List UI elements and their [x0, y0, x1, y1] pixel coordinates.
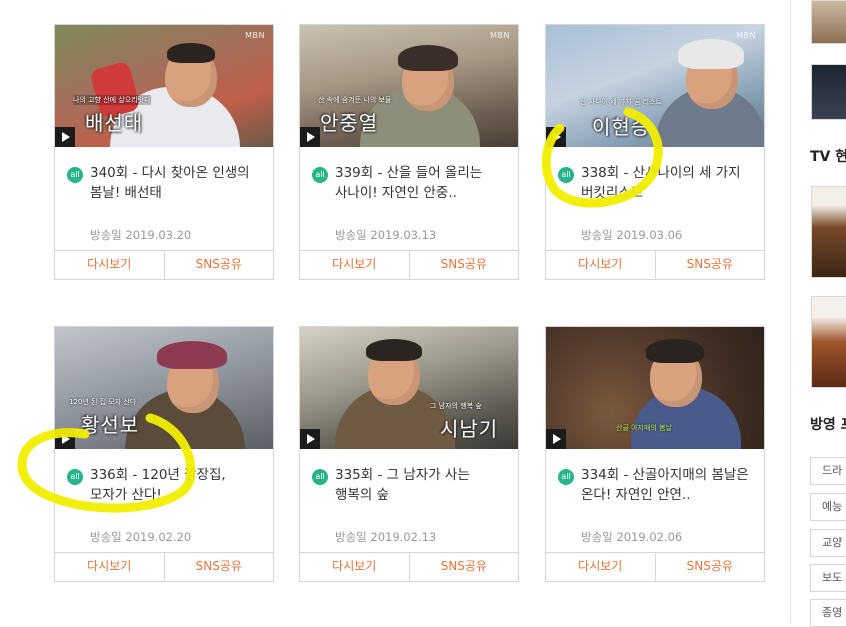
sns-share-button[interactable]: SNS공유	[408, 553, 519, 581]
caption-name: 이현승	[592, 115, 651, 139]
episode-title[interactable]: 340회 - 다시 찾아온 인생의 봄날! 배선태	[90, 163, 262, 203]
all-rating-badge: all	[312, 469, 328, 485]
sns-share-button[interactable]: SNS공유	[163, 553, 274, 581]
episode-thumbnail[interactable]: MBN 산 속에 숨겨둔 나의 보물 안중열	[300, 25, 518, 147]
air-date: 방송일 2019.03.06	[581, 228, 683, 242]
sns-share-button[interactable]: SNS공유	[163, 251, 274, 279]
caption-top: 120년 된 집 모자 산다	[69, 398, 137, 406]
replay-button[interactable]: 다시보기	[546, 251, 655, 279]
caption-top: 산 사나이 세 가지 꿈 리스트	[580, 98, 662, 106]
caption-top: 산골 아지매의 봄날	[616, 424, 672, 432]
caption-name: 시남기	[440, 417, 499, 441]
sns-share-button[interactable]: SNS공유	[408, 251, 519, 279]
play-icon[interactable]	[546, 429, 566, 449]
air-date: 방송일 2019.02.20	[90, 530, 192, 544]
replay-button[interactable]: 다시보기	[55, 553, 164, 581]
episode-thumbnail[interactable]: MBN 산 사나이 세 가지 꿈 리스트 이현승	[546, 25, 764, 147]
all-rating-badge: all	[67, 469, 83, 485]
play-icon[interactable]	[300, 429, 320, 449]
sidebar-thumbnail[interactable]	[811, 0, 846, 44]
caption-name: 배선태	[85, 111, 144, 135]
air-date: 방송일 2019.03.20	[90, 228, 192, 242]
category-news[interactable]: 보도	[810, 564, 846, 592]
sns-share-button[interactable]: SNS공유	[654, 553, 765, 581]
episode-thumbnail[interactable]: 120년 된 집 모자 산다 황선보	[55, 327, 273, 449]
air-date: 방송일 2019.03.13	[335, 228, 437, 242]
all-rating-badge: all	[67, 167, 83, 183]
episode-title[interactable]: 334회 - 산골아지매의 봄날은 온다! 자연인 안연..	[581, 465, 753, 505]
channel-logo: MBN	[736, 31, 756, 40]
episode-title[interactable]: 336회 - 120년 깜장집, 모자가 산다!	[90, 465, 262, 505]
play-icon[interactable]	[55, 429, 75, 449]
episode-card[interactable]: MBN 나의 고향 산에 살으리랏다 배선태 all 340회 - 다시 찾아온…	[54, 24, 274, 280]
sidebar-thumbnail[interactable]	[811, 296, 846, 388]
episode-grid: MBN 나의 고향 산에 살으리랏다 배선태 all 340회 - 다시 찾아온…	[0, 0, 790, 623]
caption-top: 그 남자의 행복 숲	[430, 402, 482, 410]
section-title-tv-now: TV 현	[810, 149, 846, 165]
episode-card[interactable]: MBN 산 사나이 세 가지 꿈 리스트 이현승 all 338회 - 산사나이…	[545, 24, 765, 280]
sidebar-thumbnail[interactable]	[811, 186, 846, 278]
channel-logo: MBN	[245, 31, 265, 40]
all-rating-badge: all	[558, 469, 574, 485]
episode-thumbnail[interactable]: 산골 아지매의 봄날	[546, 327, 764, 449]
episode-card[interactable]: 그 남자의 행복 숲 시남기 all 335회 - 그 남자가 사는 행복의 숲…	[299, 326, 519, 582]
category-drama[interactable]: 드라	[810, 457, 846, 485]
episode-card[interactable]: 산골 아지매의 봄날 all 334회 - 산골아지매의 봄날은 온다! 자연인…	[545, 326, 765, 582]
episode-card[interactable]: MBN 산 속에 숨겨둔 나의 보물 안중열 all 339회 - 산을 들어 …	[299, 24, 519, 280]
replay-button[interactable]: 다시보기	[300, 553, 409, 581]
play-icon[interactable]	[55, 127, 75, 147]
caption-top: 산 속에 숨겨둔 나의 보물	[318, 96, 392, 104]
air-date: 방송일 2019.02.13	[335, 530, 437, 544]
all-rating-badge: all	[558, 167, 574, 183]
right-sidebar: TV 현 방영 프 드라 예능 교양 보도 종영	[791, 0, 846, 627]
episode-title[interactable]: 339회 - 산을 들어 올리는 사나이! 자연인 안중..	[335, 163, 507, 203]
section-title-programs: 방영 프	[810, 417, 846, 433]
category-entertainment[interactable]: 예능	[810, 493, 846, 521]
replay-button[interactable]: 다시보기	[55, 251, 164, 279]
play-icon[interactable]	[546, 127, 566, 147]
episode-thumbnail[interactable]: MBN 나의 고향 산에 살으리랏다 배선태	[55, 25, 273, 147]
air-date: 방송일 2019.02.06	[581, 530, 683, 544]
play-icon[interactable]	[300, 127, 320, 147]
sns-share-button[interactable]: SNS공유	[654, 251, 765, 279]
all-rating-badge: all	[312, 167, 328, 183]
category-culture[interactable]: 교양	[810, 529, 846, 557]
channel-logo: MBN	[490, 31, 510, 40]
episode-card[interactable]: 120년 된 집 모자 산다 황선보 all 336회 - 120년 깜장집, …	[54, 326, 274, 582]
caption-name: 황선보	[81, 413, 140, 437]
caption-top: 나의 고향 산에 살으리랏다	[73, 95, 151, 105]
caption-name: 안중열	[320, 111, 379, 135]
sidebar-thumbnail[interactable]	[811, 64, 846, 120]
replay-button[interactable]: 다시보기	[300, 251, 409, 279]
episode-thumbnail[interactable]: 그 남자의 행복 숲 시남기	[300, 327, 518, 449]
replay-button[interactable]: 다시보기	[546, 553, 655, 581]
episode-title[interactable]: 338회 - 산사나이의 세 가지 버킷리스트	[581, 163, 753, 203]
episode-title[interactable]: 335회 - 그 남자가 사는 행복의 숲	[335, 465, 507, 505]
